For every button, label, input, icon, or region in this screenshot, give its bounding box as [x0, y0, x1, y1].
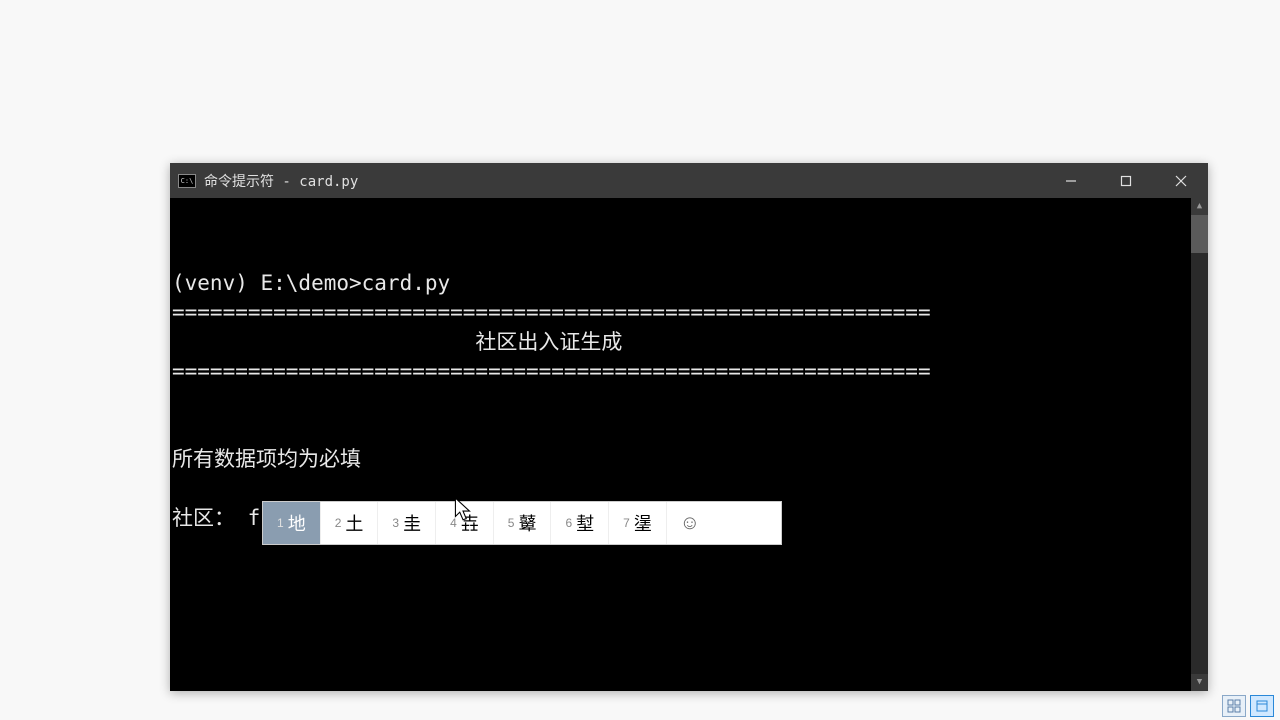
ime-candidate-number: 3 — [392, 516, 399, 530]
terminal-body[interactable]: (venv) E:\demo>card.py =================… — [170, 198, 1208, 691]
command-prompt-window: C:\ 命令提示符 - card.py (venv) E:\demo>card.… — [170, 163, 1208, 691]
scroll-down-arrow[interactable]: ▼ — [1191, 674, 1208, 691]
taskbar-grid-icon[interactable] — [1222, 695, 1246, 717]
close-button[interactable] — [1153, 163, 1208, 198]
ime-candidate-char: 塣 — [634, 510, 652, 536]
maximize-button[interactable] — [1098, 163, 1153, 198]
ime-candidate-char: 堼 — [576, 510, 594, 536]
ime-candidate-3[interactable]: 3圭 — [378, 502, 436, 544]
scroll-thumb[interactable] — [1191, 215, 1208, 253]
scroll-up-arrow[interactable]: ▲ — [1191, 198, 1208, 215]
window-controls — [1043, 163, 1208, 198]
titlebar[interactable]: C:\ 命令提示符 - card.py — [170, 163, 1208, 198]
input-value[interactable]: f — [248, 506, 261, 530]
ime-candidate-number: 2 — [335, 516, 342, 530]
terminal-content: (venv) E:\demo>card.py =================… — [170, 269, 1208, 534]
ime-candidate-number: 4 — [450, 516, 457, 530]
ime-candidate-6[interactable]: 6堼 — [551, 502, 609, 544]
ime-candidate-char: 壵 — [461, 510, 479, 536]
taskbar-tray — [1222, 695, 1274, 717]
ime-candidate-number: 6 — [565, 516, 572, 530]
ime-candidate-number: 1 — [277, 516, 284, 530]
scroll-track[interactable] — [1191, 215, 1208, 674]
ime-candidate-7[interactable]: 7塣 — [609, 502, 667, 544]
ime-candidate-5[interactable]: 5鼙 — [494, 502, 552, 544]
minimize-button[interactable] — [1043, 163, 1098, 198]
input-label: 社区： — [172, 506, 235, 530]
vertical-scrollbar[interactable]: ▲ ▼ — [1191, 198, 1208, 691]
prompt-line: (venv) E:\demo>card.py — [172, 271, 450, 295]
ime-candidate-1[interactable]: 1地 — [263, 502, 321, 544]
ime-candidate-char: 圭 — [403, 510, 421, 536]
cmd-icon: C:\ — [178, 174, 196, 188]
program-title: 社区出入证生成 — [172, 330, 622, 354]
ime-candidate-number: 5 — [508, 516, 515, 530]
required-note: 所有数据项均为必填 — [172, 447, 361, 471]
divider-top: ========================================… — [172, 300, 931, 324]
divider-bottom: ========================================… — [172, 359, 931, 383]
ime-candidate-number: 7 — [623, 516, 630, 530]
ime-candidate-char: 地 — [288, 510, 306, 536]
ime-candidate-char: 鼙 — [518, 510, 536, 536]
taskbar-page-icon[interactable] — [1250, 695, 1274, 717]
window-title: 命令提示符 - card.py — [204, 171, 1043, 191]
ime-candidate-char: 土 — [345, 510, 363, 536]
ime-candidate-4[interactable]: 4壵 — [436, 502, 494, 544]
ime-emoji-icon[interactable]: ☺ — [667, 502, 713, 544]
ime-candidate-bar[interactable]: 1地2土3圭4壵5鼙6堼7塣☺ — [262, 501, 782, 545]
ime-candidate-2[interactable]: 2土 — [321, 502, 379, 544]
